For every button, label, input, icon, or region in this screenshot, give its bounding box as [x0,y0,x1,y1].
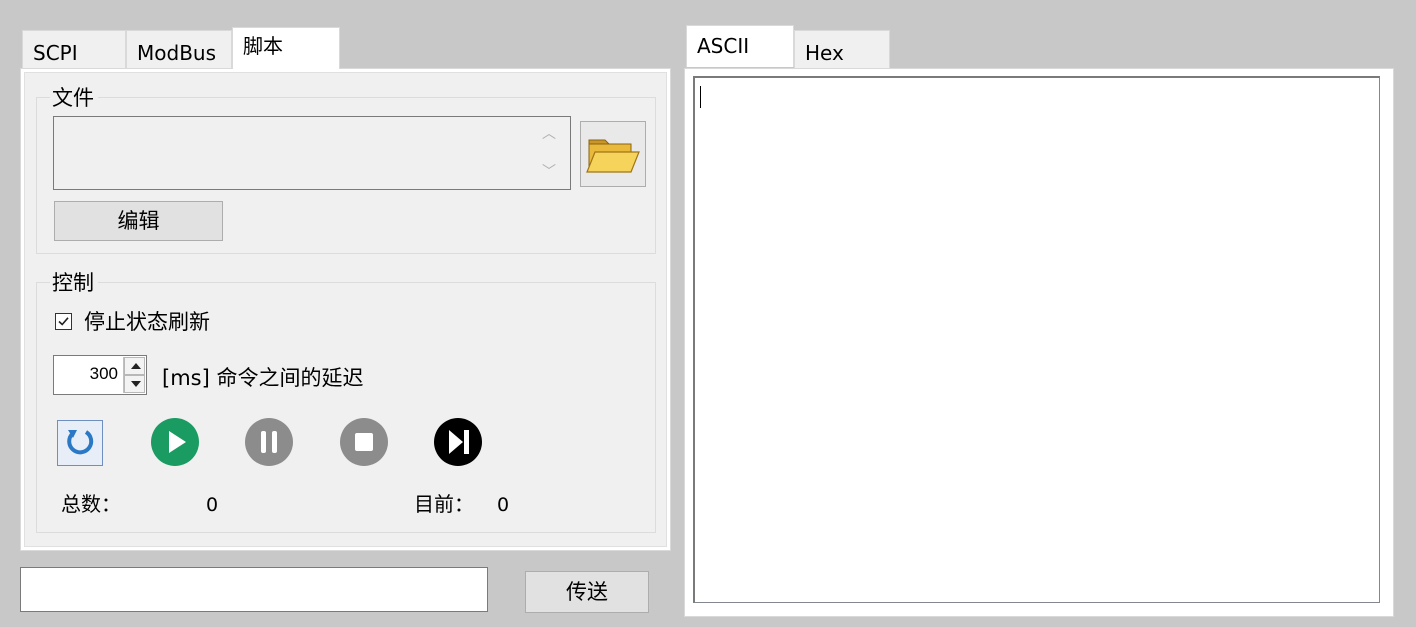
arrow-down-icon [131,381,141,387]
tab-scpi[interactable]: SCPI [22,30,126,70]
spin-up-button[interactable] [124,357,145,375]
tab-ascii-label: ASCII [697,34,750,58]
step-icon [434,418,482,466]
tab-script-label: 脚本 [243,34,283,58]
tab-hex[interactable]: Hex [794,30,890,70]
send-button-label: 传送 [566,580,608,604]
command-input[interactable] [20,567,488,612]
current-value: 0 [497,494,510,516]
send-button[interactable]: 传送 [525,571,649,613]
text-caret [700,86,701,108]
pause-button[interactable] [244,417,294,467]
scroll-up-icon[interactable]: ︿ [542,127,556,141]
folder-open-icon [586,139,640,173]
current-label: 目前： [414,492,474,516]
play-icon [151,418,199,466]
stop-refresh-checkbox[interactable] [55,313,72,330]
pause-icon [245,418,293,466]
tab-ascii[interactable]: ASCII [686,25,794,67]
arrow-up-icon [131,363,141,369]
edit-button[interactable]: 编辑 [54,201,223,241]
total-label: 总数： [61,492,121,516]
tab-scpi-label: SCPI [33,41,78,65]
checkmark-icon [58,317,69,326]
reload-button[interactable] [57,420,103,466]
stop-icon [340,418,388,466]
tab-script[interactable]: 脚本 [232,27,340,69]
tab-modbus-label: ModBus [137,41,217,65]
step-button[interactable] [433,417,483,467]
delay-spin-buttons [123,357,145,393]
stop-button[interactable] [339,417,389,467]
tab-modbus[interactable]: ModBus [126,30,232,70]
scroll-down-icon[interactable]: ﹀ [542,165,556,179]
file-path-field[interactable]: ︿ ﹀ [53,116,571,190]
total-value: 0 [206,494,219,516]
output-textarea[interactable] [693,76,1380,603]
stop-refresh-label: 停止状态刷新 [84,310,210,334]
browse-folder-button[interactable] [580,121,646,187]
delay-value: 300 [89,364,118,383]
file-group-title: 文件 [50,86,98,110]
edit-button-label: 编辑 [117,209,160,233]
spin-down-button[interactable] [124,375,145,393]
control-group-title: 控制 [50,271,98,295]
delay-spinbox[interactable]: 300 [53,355,147,395]
tab-hex-label: Hex [805,41,844,65]
refresh-icon [67,430,94,455]
delay-label: [ms] 命令之间的延迟 [162,366,364,390]
play-button[interactable] [150,417,200,467]
